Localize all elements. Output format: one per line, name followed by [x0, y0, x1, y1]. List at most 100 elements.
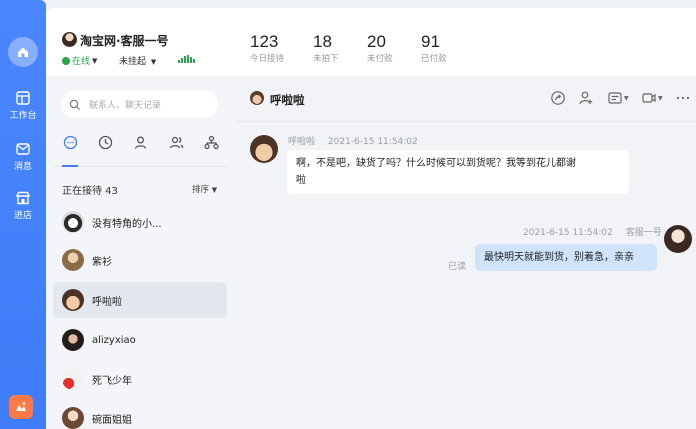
chevron-down-icon: ▼ — [211, 186, 218, 194]
tab-history[interactable] — [97, 134, 113, 150]
tab-groups[interactable] — [168, 134, 184, 150]
message-time: 2021-6-15 11:54:02 — [523, 228, 613, 238]
rail-item-store[interactable]: 进店 — [0, 190, 46, 221]
contact-item[interactable]: 没有特角的小... — [53, 204, 227, 240]
note-icon — [608, 92, 622, 104]
share-icon — [551, 91, 565, 105]
chevron-down-icon: ▼ — [624, 94, 629, 102]
contact-name: 呼啦啦 — [92, 296, 122, 308]
stat-paid[interactable]: 91 已付款 — [421, 32, 447, 64]
add-contact-button[interactable] — [578, 90, 594, 106]
add-user-icon — [579, 91, 593, 105]
stat-label: 未拍下 — [313, 54, 339, 64]
contact-item[interactable]: alizyxiao — [53, 322, 227, 358]
search-icon — [69, 99, 80, 110]
chat-avatar[interactable] — [250, 91, 264, 105]
message-meta: 2021-6-15 11:54:02 客服一号 — [523, 225, 662, 238]
active-tab-indicator — [62, 165, 78, 167]
message-icon — [16, 143, 30, 155]
rail-label-workbench: 工作台 — [9, 111, 37, 121]
video-icon — [642, 93, 656, 103]
stat-unpaid[interactable]: 20 未付款 — [367, 32, 393, 64]
contact-avatar — [62, 329, 84, 351]
read-receipt: 已读 — [448, 262, 467, 272]
tab-organization[interactable] — [203, 134, 219, 150]
signal-icon — [178, 55, 195, 63]
chevron-down-icon: ▼ — [658, 94, 663, 102]
contact-item[interactable]: 紫衫 — [53, 242, 227, 278]
message-time: 2021-6-15 11:54:02 — [327, 137, 418, 147]
check-circle-icon — [62, 56, 70, 65]
contact-sidebar: 联系人、聊天记录 正在接待 43 排序 ▼ 没有特角的小... 紫衫 呼啦啦 a… — [46, 76, 235, 429]
chat-panel: 呼啦啦 ▼ ▼ 呼啦啦 2021-6-15 11:54:02 啊，不是吧，缺货了… — [235, 76, 696, 429]
video-call-button[interactable]: ▼ — [641, 90, 663, 106]
stat-value: 20 — [367, 32, 386, 51]
rail-label-message: 消息 — [13, 162, 32, 172]
app-logo-button[interactable] — [9, 395, 33, 419]
app-logo-icon — [16, 402, 26, 411]
contact-avatar — [62, 407, 84, 429]
chat-bubble-icon — [63, 135, 77, 149]
message-text-line: 啊，不是吧，缺货了吗？什么时候可以到货呢？我等到花儿都谢 — [296, 158, 576, 169]
receiving-count: 正在接待 43 — [62, 186, 118, 197]
agent-avatar[interactable] — [664, 225, 692, 253]
sender-name: 呼啦啦 — [288, 137, 316, 147]
app-window: 工作台 消息 进店 淘宝网·客服一号 在线 ▼ 未挂起 ▼ 123 今日接待 1… — [0, 0, 696, 429]
message-text-line: 啦 — [296, 175, 306, 186]
profile-avatar[interactable] — [62, 32, 77, 47]
contact-item-selected[interactable]: 呼啦啦 — [53, 282, 227, 318]
group-icon — [169, 136, 183, 148]
search-placeholder: 联系人、聊天记录 — [89, 101, 162, 111]
tab-chats[interactable] — [62, 134, 78, 150]
stat-label: 已付款 — [421, 54, 447, 64]
more-icon — [676, 96, 690, 100]
home-button[interactable] — [8, 37, 38, 67]
chevron-down-icon: ▼ — [92, 56, 98, 65]
contact-name: 紫衫 — [92, 256, 112, 268]
contact-avatar — [62, 211, 84, 233]
message-bubble-incoming[interactable]: 啊，不是吧，缺货了吗？什么时候可以到货呢？我等到花儿都谢 啦 — [287, 150, 629, 194]
stat-value: 123 — [250, 32, 279, 51]
chevron-down-icon: ▼ — [150, 58, 157, 66]
stat-today-received[interactable]: 123 今日接待 — [250, 32, 284, 64]
clock-icon — [98, 135, 112, 149]
search-input[interactable]: 联系人、聊天记录 — [61, 91, 218, 118]
share-button[interactable] — [550, 90, 566, 106]
left-rail: 工作台 消息 进店 — [0, 0, 46, 429]
contact-name: 没有特角的小... — [92, 218, 162, 230]
shop-name: 淘宝网·客服一号 — [80, 34, 169, 48]
rail-item-message[interactable]: 消息 — [0, 141, 46, 172]
hang-status-dropdown[interactable]: 未挂起 ▼ — [119, 54, 156, 67]
home-icon — [18, 47, 28, 57]
sort-label: 排序 — [192, 185, 210, 195]
user-icon — [134, 136, 146, 149]
stat-label: 未付款 — [367, 54, 393, 64]
quick-reply-button[interactable]: ▼ — [607, 90, 629, 106]
more-button[interactable] — [676, 90, 690, 106]
stat-value: 91 — [421, 32, 440, 51]
contact-name: 死飞少年 — [92, 375, 132, 387]
divider — [54, 166, 227, 167]
top-bar: 淘宝网·客服一号 在线 ▼ 未挂起 ▼ 123 今日接待 18 未拍下 20 未… — [46, 8, 696, 76]
stat-value: 18 — [313, 32, 332, 51]
contact-avatar — [62, 289, 84, 311]
contact-avatar — [62, 368, 84, 390]
contact-avatar — [62, 249, 84, 271]
online-status-label: 在线 — [72, 57, 91, 67]
contact-item[interactable]: 碗面姐姐 — [53, 400, 227, 429]
org-chart-icon — [203, 135, 219, 149]
store-icon — [15, 191, 31, 205]
tab-contacts[interactable] — [132, 134, 148, 150]
message-bubble-outgoing[interactable]: 最快明天就能到货，别着急，亲亲 — [475, 244, 657, 271]
stat-not-ordered[interactable]: 18 未拍下 — [313, 32, 339, 64]
sender-avatar[interactable] — [250, 135, 278, 163]
sort-dropdown[interactable]: 排序 ▼ — [192, 183, 217, 195]
online-status-dropdown[interactable]: 在线 ▼ — [62, 54, 97, 67]
rail-item-workbench[interactable]: 工作台 — [0, 90, 46, 121]
contact-item[interactable]: 死飞少年 — [53, 361, 227, 397]
sender-name: 客服一号 — [625, 228, 662, 238]
contact-name: alizyxiao — [92, 334, 136, 346]
workbench-icon — [16, 91, 30, 105]
contact-name: 碗面姐姐 — [92, 414, 132, 426]
sidebar-tabs — [58, 134, 228, 154]
